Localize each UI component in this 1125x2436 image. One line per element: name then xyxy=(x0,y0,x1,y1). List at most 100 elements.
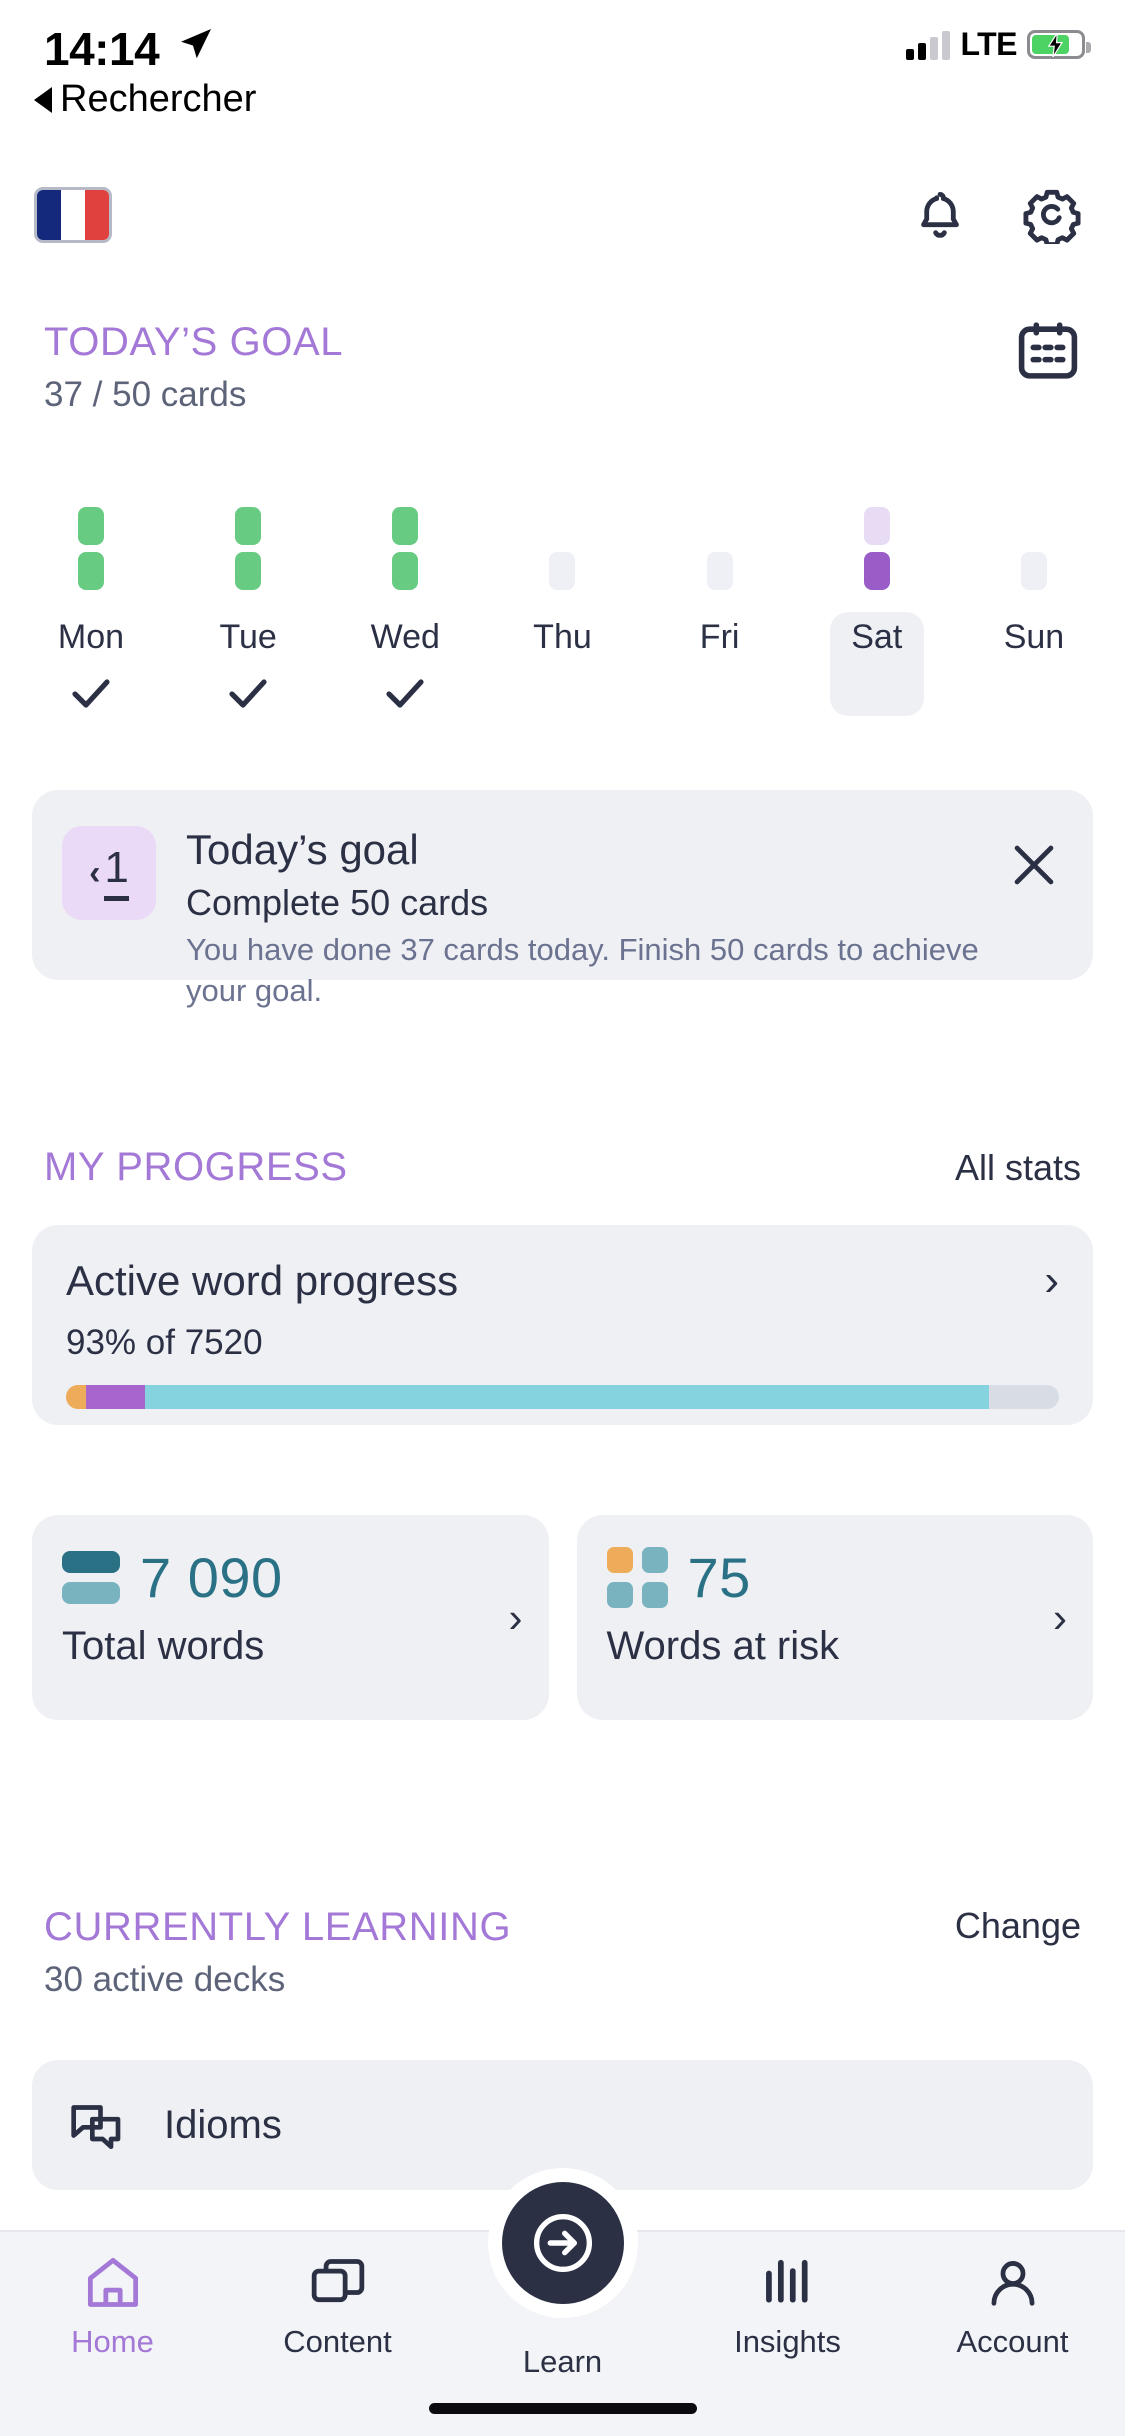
tab-account-label: Account xyxy=(956,2324,1069,2359)
tab-insights[interactable]: Insights xyxy=(675,2254,900,2360)
tab-content[interactable]: Content xyxy=(225,2254,450,2360)
week-day-thu[interactable]: Thu xyxy=(515,500,609,716)
day-bars xyxy=(706,500,733,590)
goal-card-title: Today’s goal xyxy=(186,826,419,873)
day-label: Sun xyxy=(1003,618,1065,656)
home-icon xyxy=(87,2257,138,2307)
goal-card-description: You have done 37 cards today. Finish 50 … xyxy=(186,932,979,1008)
day-bar-bottom xyxy=(78,552,104,590)
day-bar-bottom xyxy=(1020,552,1047,590)
day-bars xyxy=(392,500,419,590)
day-bars xyxy=(549,500,576,590)
calendar-icon[interactable] xyxy=(1015,320,1081,382)
day-check-icon xyxy=(69,675,113,715)
day-bar-bottom xyxy=(235,552,262,590)
day-bars xyxy=(863,500,890,590)
app-screen: 14:14 LTE Rechercher TODAY’S GOAL 37 / 5… xyxy=(0,0,1125,2436)
home-indicator xyxy=(428,2403,697,2414)
bell-icon[interactable] xyxy=(911,186,969,244)
tab-home-label: Home xyxy=(71,2324,154,2359)
day-bar-top xyxy=(78,507,104,545)
day-check-icon xyxy=(383,675,427,715)
active-word-progress-value: 93% of 7520 xyxy=(66,1323,263,1362)
day-label: Thu xyxy=(533,618,592,656)
battery-icon xyxy=(1027,30,1091,59)
bottom-tab-bar: Home Content Insights Account Learn xyxy=(0,2168,1125,2436)
arrow-in-circle-icon xyxy=(533,2213,592,2273)
goal-badge-chevron: ‹ xyxy=(89,854,101,892)
week-day-sat[interactable]: Sat xyxy=(829,500,924,716)
my-progress-title: MY PROGRESS xyxy=(44,1145,348,1189)
carrier-label: LTE xyxy=(960,26,1017,62)
week-day-wed[interactable]: Wed xyxy=(358,500,452,716)
goal-card-subtitle: Complete 50 cards xyxy=(186,882,489,923)
todays-goal-progress-text: 37 / 50 cards xyxy=(44,375,247,414)
week-day-sun[interactable]: Sun xyxy=(987,500,1081,716)
goal-badge-number: 1 xyxy=(104,845,129,901)
app-header xyxy=(0,160,1125,270)
content-cards-icon xyxy=(311,2259,364,2303)
day-label: Mon xyxy=(57,618,125,656)
stacked-bars-icon xyxy=(62,1551,120,1604)
progress-segment-teal xyxy=(145,1385,990,1409)
currently-learning-subtitle: 30 active decks xyxy=(44,1960,286,1999)
back-link[interactable]: Rechercher xyxy=(34,78,256,121)
status-bar-time: 14:14 xyxy=(44,23,160,75)
speech-bubbles-icon xyxy=(71,2105,121,2150)
total-words-card[interactable]: 7 090 Total words › xyxy=(32,1515,549,1720)
chevron-right-icon: › xyxy=(1053,1593,1067,1641)
words-at-risk-card[interactable]: 75 Words at risk › xyxy=(576,1515,1093,1720)
words-at-risk-label: Words at risk xyxy=(606,1624,840,1668)
bar-chart-icon xyxy=(765,2259,808,2303)
day-bar-top xyxy=(863,507,890,545)
day-bars xyxy=(235,500,262,590)
tab-account[interactable]: Account xyxy=(900,2254,1125,2360)
active-word-progress-card[interactable]: Active word progress › 93% of 7520 xyxy=(32,1225,1093,1425)
stat-cards: 7 090 Total words › 75 Words at risk › xyxy=(32,1515,1093,1720)
goal-card-text: Today’s goal Complete 50 cards You have … xyxy=(186,826,1005,1012)
day-label: Tue xyxy=(219,618,277,656)
gear-icon[interactable] xyxy=(1023,186,1081,244)
tab-insights-label: Insights xyxy=(734,2324,841,2359)
day-bar-bottom xyxy=(392,552,419,590)
day-bar-top xyxy=(392,507,419,545)
france-flag-icon[interactable] xyxy=(34,187,112,243)
chevron-right-icon: › xyxy=(1044,1256,1059,1305)
tab-content-label: Content xyxy=(283,2324,392,2359)
back-link-label: Rechercher xyxy=(60,78,257,120)
charging-bolt-icon xyxy=(1047,32,1064,57)
close-icon[interactable] xyxy=(1005,836,1063,894)
location-arrow-icon xyxy=(181,29,211,59)
active-word-progress-bar xyxy=(66,1385,1059,1409)
progress-segment-orange xyxy=(66,1385,86,1409)
total-words-label: Total words xyxy=(62,1624,265,1668)
four-squares-icon xyxy=(606,1547,668,1608)
learn-fab-label: Learn xyxy=(522,2344,603,2379)
day-bar-bottom xyxy=(549,552,576,590)
week-day-tue[interactable]: Tue xyxy=(201,500,295,716)
currently-learning-title: CURRENTLY LEARNING xyxy=(44,1905,512,1949)
signal-bars-icon xyxy=(906,30,951,60)
back-arrow-icon xyxy=(34,86,52,113)
learn-fab-button[interactable] xyxy=(487,2168,638,2318)
day-label: Sat xyxy=(851,618,903,656)
day-bars xyxy=(1020,500,1047,590)
status-bar-right: LTE xyxy=(906,26,1091,63)
week-day-fri[interactable]: Fri xyxy=(673,500,767,716)
all-stats-button[interactable]: All stats xyxy=(955,1147,1081,1189)
words-at-risk-value: 75 xyxy=(687,1546,751,1609)
my-progress-header: MY PROGRESS All stats xyxy=(44,1145,1081,1190)
day-bar-bottom xyxy=(706,552,733,590)
deck-name: Idioms xyxy=(164,2102,282,2147)
todays-goal-card[interactable]: ‹ 1 Today’s goal Complete 50 cards You h… xyxy=(32,790,1093,1008)
tab-home[interactable]: Home xyxy=(0,2254,225,2360)
day-bar-top xyxy=(235,507,262,545)
todays-goal-header: TODAY’S GOAL 37 / 50 cards xyxy=(44,320,1081,415)
day-label: Wed xyxy=(370,618,440,656)
currently-learning-header: CURRENTLY LEARNING 30 active decks Chang… xyxy=(44,1905,1081,2000)
week-day-mon[interactable]: Mon xyxy=(44,500,138,716)
change-decks-button[interactable]: Change xyxy=(955,1905,1081,1947)
progress-segment-purple xyxy=(85,1385,146,1409)
total-words-value: 7 090 xyxy=(140,1546,283,1609)
active-word-progress-title: Active word progress xyxy=(66,1257,459,1304)
